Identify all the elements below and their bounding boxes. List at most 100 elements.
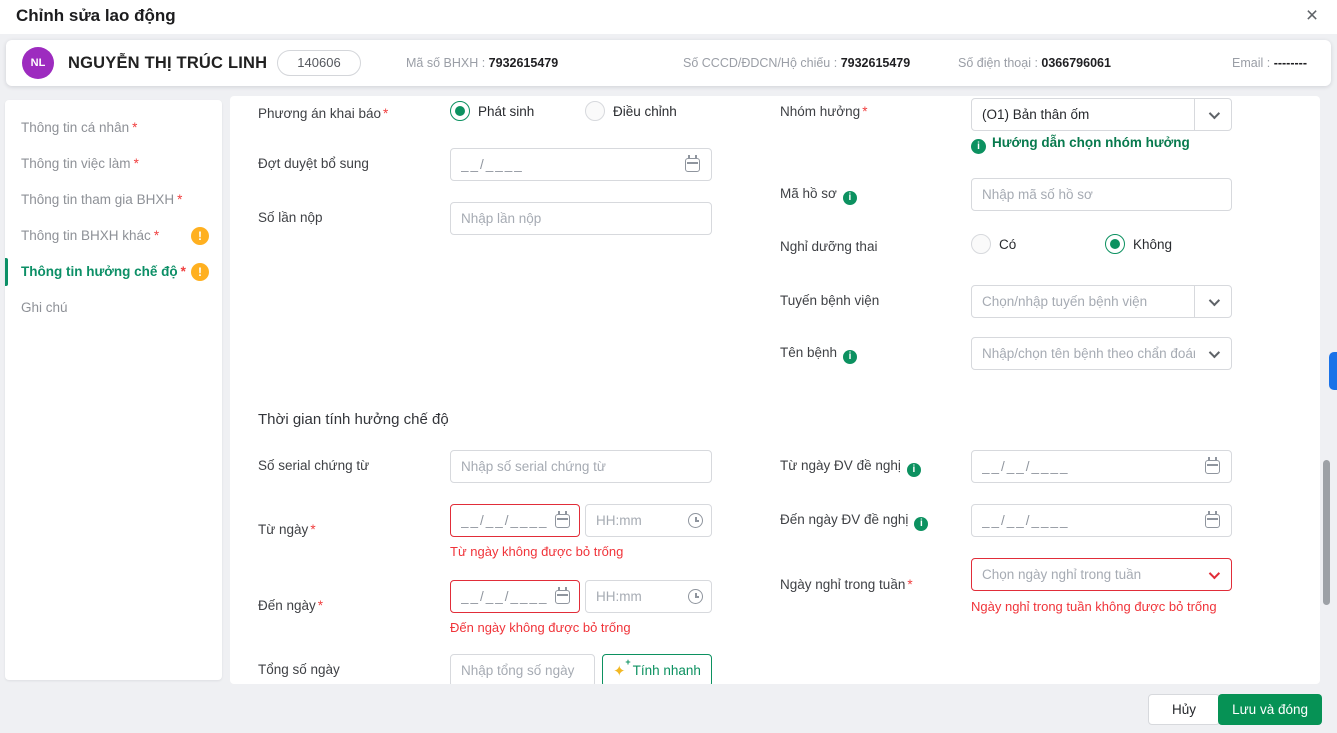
email-label: Email : [1232,56,1274,70]
tong-so-ngay-input[interactable] [450,654,595,684]
sidebar-item-label: Ghi chú [21,300,68,315]
field-label-tuyen-benh-vien: Tuyến bệnh viện [780,293,880,308]
bhxh-value: 7932615479 [488,56,559,70]
sidebar-item-label: Thông tin BHXH khác [21,228,151,243]
radio-circle [971,234,991,254]
clock-icon[interactable] [688,589,703,604]
ngay-nghi-select[interactable]: Chọn ngày nghỉ trong tuần [971,558,1232,591]
sidebar-item-label: Thông tin cá nhân [21,120,130,135]
field-label-den-ngay-dv: Đến ngày ĐV đề nghị i [780,512,929,531]
modal-titlebar: Chỉnh sửa lao động × [0,0,1337,34]
cccd-label: Số CCCD/ĐDCN/Hộ chiếu : [683,56,841,70]
chevron-down-icon [1208,294,1221,306]
sidebar-item-label: Thông tin hưởng chế độ [21,264,178,279]
calendar-icon[interactable] [1205,511,1220,528]
sidebar-item-label: Thông tin việc làm [21,156,131,171]
tu-ngay-dv-date-input[interactable] [971,450,1232,483]
ten-benh-placeholder: Nhập/chọn tên bệnh theo chẩn đoán [982,346,1195,361]
warning-icon: ! [191,227,209,245]
sidebar-item-thong-tin-ca-nhan[interactable]: Thông tin cá nhân * [5,113,222,143]
radio-co[interactable]: Có [971,234,1016,254]
info-icon: i [843,350,858,364]
field-label-nghi-duong-thai: Nghỉ dưỡng thai [780,239,878,254]
clock-icon[interactable] [688,513,703,528]
info-icon: i [842,191,857,205]
field-label-nhom-huong: Nhóm hưởng * [780,104,868,119]
calendar-icon[interactable] [555,511,570,528]
phone-value: 0366796061 [1041,56,1111,70]
form-panel: Phương án khai báo * Phát sinh Điều chỉnh… [230,96,1320,684]
chevron-down-icon [1208,567,1221,579]
so-lan-nop-input[interactable] [450,202,712,235]
required-mark: * [132,120,138,135]
dot-duyet-date-input[interactable] [450,148,712,181]
den-ngay-dv-date-input[interactable] [971,504,1232,537]
field-label-tong-so-ngay: Tổng số ngày [258,662,340,677]
nhom-huong-select[interactable]: (O1) Bản thân ốm [971,98,1232,131]
bhxh-label: Mã số BHXH : [406,56,489,70]
employee-name: NGUYỄN THỊ TRÚC LINH [68,54,268,72]
sidebar-item-thong-tin-viec-lam[interactable]: Thông tin việc làm * [5,149,222,179]
radio-circle [585,101,605,121]
field-label-ten-benh: Tên bệnh i [780,345,858,364]
radio-label: Điều chỉnh [613,103,677,119]
field-label-tu-ngay: Từ ngày * [258,522,316,537]
sidebar-item-label: Thông tin tham gia BHXH [21,192,175,207]
cancel-button[interactable]: Hủy [1148,694,1220,725]
den-ngay-error: Đến ngày không được bỏ trống [450,620,631,635]
radio-label: Phát sinh [478,103,535,119]
field-label-so-serial: Số serial chứng từ [258,458,370,473]
sidebar-item-ghi-chu[interactable]: Ghi chú [5,293,222,323]
required-mark: * [153,228,160,243]
employee-code-badge: 140606 [277,50,361,76]
ngay-nghi-error: Ngày nghỉ trong tuần không được bỏ trống [971,599,1217,614]
tinh-nhanh-button[interactable]: ✦Tính nhanh [602,654,712,684]
ngay-nghi-placeholder: Chọn ngày nghỉ trong tuần [982,567,1142,582]
ten-benh-select[interactable]: Nhập/chọn tên bệnh theo chẩn đoán [971,337,1232,370]
tu-ngay-error: Từ ngày không được bỏ trống [450,544,624,559]
info-icon: i [914,517,929,531]
field-label-khai-bao: Phương án khai báo * [258,106,389,121]
radio-label: Không [1133,236,1173,252]
sidebar-item-thong-tin-huong-che-do[interactable]: Thông tin hưởng chế độ *! [5,257,222,287]
employee-summary-card: NL NGUYỄN THỊ TRÚC LINH 140606 Mã số BHX… [6,40,1331,86]
sidebar: Thông tin cá nhân * Thông tin việc làm * T… [5,100,222,680]
chevron-down-icon [1208,346,1221,358]
employee-phone-field: Số điện thoại : 0366796061 [958,40,1111,86]
calendar-icon[interactable] [555,587,570,604]
radio-phat-sinh[interactable]: Phát sinh [450,101,534,121]
field-label-ma-ho-so: Mã hồ sơ i [780,186,857,205]
radio-dieu-chinh[interactable]: Điều chỉnh [585,101,677,121]
tuyen-benh-vien-select[interactable]: Chọn/nhập tuyến bệnh viện [971,285,1232,318]
chevron-down-icon [1208,107,1221,119]
sidebar-item-thong-tin-tham-gia-bhxh[interactable]: Thông tin tham gia BHXH * [5,185,222,215]
tuyen-benh-vien-placeholder: Chọn/nhập tuyến bệnh viện [982,294,1148,309]
ma-ho-so-input[interactable] [971,178,1232,211]
vertical-scrollbar[interactable] [1323,460,1330,605]
edge-widget[interactable] [1329,352,1337,390]
section-title-thoi-gian: Thời gian tính hưởng chế độ [258,411,449,428]
cccd-value: 7932615479 [840,56,911,70]
save-and-close-button[interactable]: Lưu và đóng [1218,694,1322,725]
employee-email-field: Email : -------- [1232,40,1307,86]
field-label-so-lan-nop: Số lần nộp [258,210,323,225]
sidebar-item-thong-tin-bhxh-khac[interactable]: Thông tin BHXH khác *! [5,221,222,251]
employee-bhxh-field: Mã số BHXH : 7932615479 [406,40,558,86]
info-icon: i [971,139,986,154]
calendar-icon[interactable] [685,155,700,172]
radio-circle [1105,234,1125,254]
close-icon[interactable]: × [1300,4,1324,28]
radio-circle [450,101,470,121]
radio-khong[interactable]: Không [1105,234,1172,254]
avatar: NL [22,47,54,79]
field-label-tu-ngay-dv: Từ ngày ĐV đề nghị i [780,458,921,477]
required-mark: * [133,156,139,171]
warning-icon: ! [191,263,209,281]
required-mark: * [177,192,183,207]
field-label-ngay-nghi: Ngày nghỉ trong tuần * [780,577,913,592]
page-title: Chỉnh sửa lao động [16,6,176,25]
calendar-icon[interactable] [1205,457,1220,474]
so-serial-input[interactable] [450,450,712,483]
info-icon: i [906,463,921,477]
nhom-huong-guide-link[interactable]: i Hướng dẫn chọn nhóm hưởng [971,135,1190,154]
